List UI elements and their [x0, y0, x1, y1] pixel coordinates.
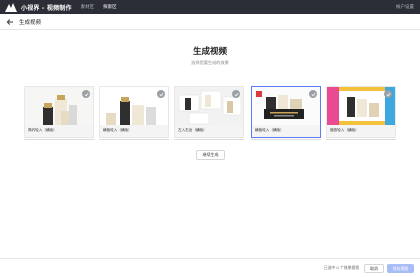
- effect-card[interactable]: 横板轮入（横版）: [251, 86, 321, 138]
- check-icon[interactable]: [309, 90, 317, 98]
- top-navigation-bar: 小视界 - 视频制作 素材区 探索区 帐户设置: [0, 0, 420, 14]
- app-logo-icon[interactable]: [5, 2, 17, 12]
- effect-card-list: 简约轮入（横版） 横板轮入（横版） 左入右出（横版） 横板轮入（横版） 缩放轮入…: [0, 86, 420, 141]
- effect-card-label: 简约轮入（横版）: [28, 128, 57, 132]
- selection-count: 已选中 0 个效果视频: [323, 265, 359, 270]
- continue-generate-button[interactable]: 继续生成: [196, 150, 225, 160]
- check-icon[interactable]: [232, 90, 240, 98]
- effect-card[interactable]: 左入右出（横版）: [174, 86, 244, 138]
- effect-card[interactable]: 横板轮入（横版）: [99, 86, 169, 138]
- card-divider: [24, 139, 94, 140]
- back-arrow-icon[interactable]: [6, 18, 14, 26]
- card-divider: [99, 139, 169, 140]
- check-icon[interactable]: [157, 90, 165, 98]
- card-divider: [326, 139, 396, 140]
- card-divider: [174, 139, 244, 140]
- effect-card-label: 缩放轮入（横版）: [330, 128, 359, 132]
- page-title: 生成视频: [19, 19, 42, 26]
- check-icon[interactable]: [384, 90, 392, 98]
- section-subtitle: 选择您要生成的效果: [191, 60, 229, 65]
- nav-item-materials[interactable]: 素材区: [81, 4, 95, 10]
- page-header: 生成视频: [0, 14, 420, 30]
- account-settings-link[interactable]: 帐户设置: [396, 4, 414, 10]
- cancel-button[interactable]: 取消: [364, 264, 384, 273]
- effect-card[interactable]: 缩放轮入（横版）: [326, 86, 396, 138]
- save-video-button[interactable]: 保存视频: [387, 264, 414, 273]
- effect-card-label: 横板轮入（横版）: [103, 128, 132, 132]
- nav-item-explore[interactable]: 探索区: [103, 4, 117, 10]
- section-title: 生成视频: [192, 47, 227, 57]
- footer-bar: 已选中 0 个效果视频 取消 保存视频: [0, 258, 420, 277]
- check-icon[interactable]: [82, 90, 90, 98]
- effect-card-label: 横板轮入（横版）: [255, 128, 284, 132]
- effect-card-label: 左入右出（横版）: [178, 128, 207, 132]
- effect-card[interactable]: 简约轮入（横版）: [24, 86, 94, 138]
- card-divider: [251, 139, 321, 140]
- app-name: 小视界 - 视频制作: [21, 4, 72, 12]
